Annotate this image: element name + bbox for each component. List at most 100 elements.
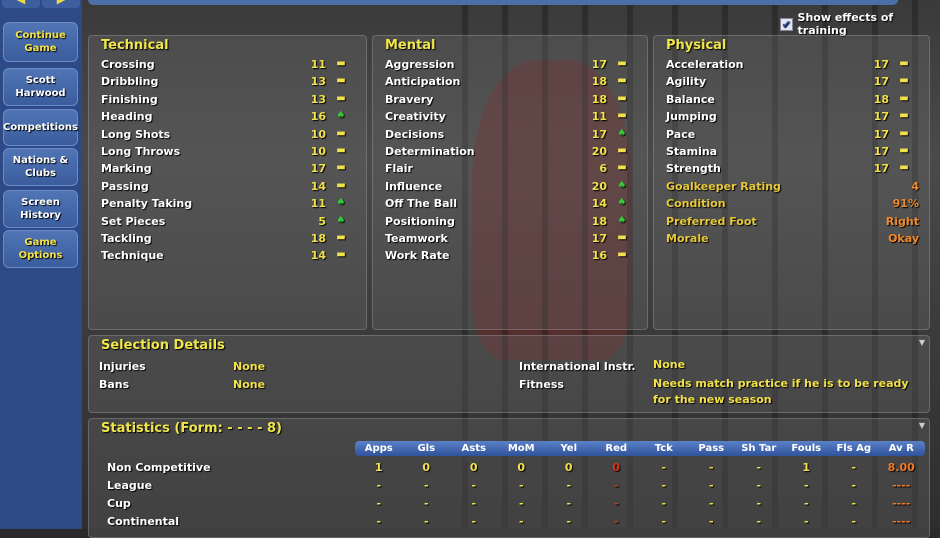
attribute-value: 17 xyxy=(310,162,326,176)
table-cell: - xyxy=(851,515,857,528)
attribute-row: Bravery 18 ▬ xyxy=(385,91,637,108)
table-cell: ---- xyxy=(892,497,911,510)
column-header[interactable]: Av R xyxy=(878,441,926,456)
trend-flat-icon: ▬ xyxy=(336,179,346,191)
attribute-label: Technique xyxy=(101,249,164,263)
intl-label: International Instr. xyxy=(519,360,636,373)
attribute-label: Tackling xyxy=(101,232,152,245)
attribute-label: Creativity xyxy=(385,110,446,124)
row-cells: - - - - - - - - - - - ---- xyxy=(355,479,925,492)
column-header[interactable]: Fls Ag xyxy=(830,441,878,456)
trend-flat-icon: ▬ xyxy=(336,75,346,87)
attribute-label: Decisions xyxy=(385,127,445,141)
attribute-row: Balance 18 ▬ xyxy=(666,91,919,108)
table-cell: - xyxy=(756,479,762,492)
column-header[interactable]: Red xyxy=(593,441,641,456)
trend-flat-icon: ▬ xyxy=(899,145,909,156)
column-header[interactable]: Pass xyxy=(688,441,736,456)
sidebar-item[interactable]: Screen History xyxy=(3,190,78,228)
table-cell: - xyxy=(756,497,762,510)
sidebar-item[interactable]: Scott Harwood xyxy=(3,68,78,106)
trend-flat-icon: ▬ xyxy=(899,127,909,139)
collapse-icon[interactable]: ▼ xyxy=(919,338,925,347)
technical-panel: Technical Crossing 11 ▬ Dribbling 13 ▬ Finishi… xyxy=(88,35,367,330)
attribute-value: 14 xyxy=(310,179,326,193)
attribute-label: Agility xyxy=(666,75,707,89)
column-header[interactable]: Gls xyxy=(403,441,451,456)
table-cell: ---- xyxy=(892,515,911,528)
attribute-label: Long Throws xyxy=(101,145,181,158)
attribute-value: 16 xyxy=(591,249,607,263)
row-label: Continental xyxy=(107,515,180,528)
info-row: Morale Okay xyxy=(666,230,919,247)
intl-value: None xyxy=(653,358,686,371)
attribute-label: Determination xyxy=(385,145,475,158)
attribute-label: Set Pieces xyxy=(101,214,166,228)
sidebar-item[interactable]: Continue Game xyxy=(3,22,78,62)
attribute-row: Aggression 17 ▬ xyxy=(385,56,637,73)
collapse-icon[interactable]: ▼ xyxy=(919,421,925,430)
attribute-value: 13 xyxy=(310,75,326,89)
table-cell: - xyxy=(851,461,857,474)
column-header[interactable]: MoM xyxy=(498,441,546,456)
attribute-row: Crossing 11 ▬ xyxy=(101,56,356,73)
attribute-row: Teamwork 17 ▬ xyxy=(385,230,637,247)
table-cell: 0 xyxy=(517,461,526,474)
attribute-row: Anticipation 18 ▬ xyxy=(385,73,637,90)
table-cell: - xyxy=(613,479,619,492)
attribute-row: Tackling 18 ▬ xyxy=(101,230,356,247)
table-cell: - xyxy=(661,497,667,510)
info-value: Right xyxy=(885,214,919,228)
physical-title: Physical xyxy=(666,38,727,53)
header-bar xyxy=(88,0,898,5)
attribute-label: Anticipation xyxy=(385,75,461,89)
column-header[interactable]: Yel xyxy=(545,441,593,456)
arrow-right-icon[interactable]: ▶ xyxy=(42,0,80,8)
info-label: Preferred Foot xyxy=(666,214,757,228)
attribute-value: 18 xyxy=(591,92,607,106)
arrow-left-icon[interactable]: ◀ xyxy=(2,0,40,8)
row-label: League xyxy=(107,479,153,492)
sidebar: ◀ ▶ Continue Game Scott HarwoodCompetitio… xyxy=(0,0,82,529)
column-header[interactable]: Apps xyxy=(355,441,403,456)
table-row: Cup - - - - - - - - - - - ---- xyxy=(88,495,930,513)
column-header[interactable]: Tck xyxy=(640,441,688,456)
attribute-value: 17 xyxy=(873,110,889,124)
table-cell: - xyxy=(471,515,477,528)
checkmark-icon[interactable]: ✔ xyxy=(780,17,793,31)
attribute-label: Jumping xyxy=(666,110,717,124)
table-cell: - xyxy=(518,497,524,510)
sidebar-item[interactable]: Nations & Clubs xyxy=(3,148,78,186)
table-cell: ---- xyxy=(892,479,911,492)
attribute-row: Flair 6 ▬ xyxy=(385,160,637,177)
show-training-checkbox[interactable]: ✔ Show effects of training xyxy=(780,11,940,37)
info-label: Condition xyxy=(666,197,726,211)
attribute-row: Long Throws 10 ▬ xyxy=(101,143,356,160)
table-row: League - - - - - - - - - - - ---- xyxy=(88,477,930,495)
table-cell: - xyxy=(423,479,429,492)
info-value: Okay xyxy=(888,232,919,245)
trend-up-icon: ♠ xyxy=(336,110,346,122)
trend-up-icon: ♠ xyxy=(617,127,627,139)
trend-flat-icon: ▬ xyxy=(899,75,909,87)
column-header[interactable]: Sh Tar xyxy=(735,441,783,456)
info-value: 91% xyxy=(892,197,919,211)
attribute-label: Aggression xyxy=(385,58,455,71)
trend-flat-icon: ▬ xyxy=(899,92,909,104)
attribute-row: Pace 17 ▬ xyxy=(666,126,919,143)
sidebar-item[interactable]: Competitions xyxy=(3,109,78,146)
attribute-value: 17 xyxy=(591,232,607,245)
show-training-label: Show effects of training xyxy=(797,11,894,37)
table-cell: 1 xyxy=(374,461,383,474)
table-cell: 0 xyxy=(422,461,431,474)
column-header[interactable]: Asts xyxy=(450,441,498,456)
sidebar-item[interactable]: Game Options xyxy=(3,230,78,268)
attribute-value: 11 xyxy=(310,58,326,71)
attribute-label: Acceleration xyxy=(666,58,744,71)
table-cell: 0 xyxy=(612,461,621,474)
attribute-row: Technique 14 ▬ xyxy=(101,247,356,264)
attribute-value: 5 xyxy=(318,214,326,228)
table-cell: - xyxy=(376,497,382,510)
table-row: Non Competitive 1 0 0 0 0 0 - - - 1 - 8.00 xyxy=(88,459,930,477)
column-header[interactable]: Fouls xyxy=(783,441,831,456)
